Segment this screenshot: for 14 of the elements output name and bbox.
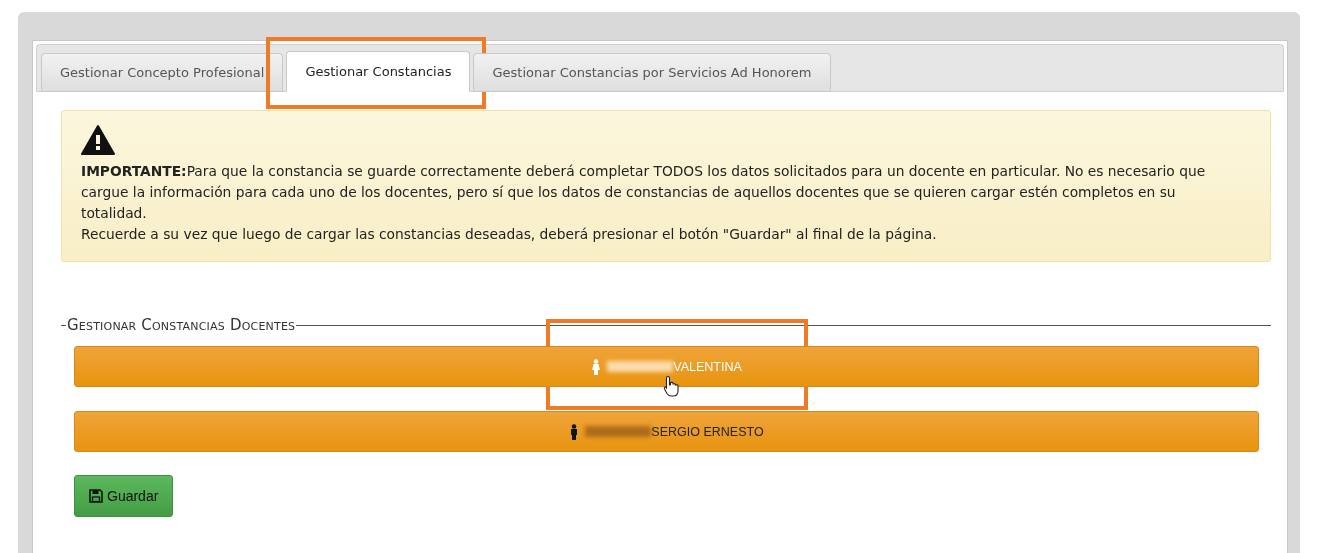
warning-icon [81,125,115,155]
blurred-surname [607,361,674,372]
teacher-button[interactable]: SERGIO ERNESTO [74,411,1259,452]
warning-text: IMPORTANTE:Para que la constancia se guarde correctamente deberá completar TODOS los datos solicitados para un docente en particular. No es necesario que cargue la información para cada uno de los docentes, pero sí que los datos de constancias de aquellos docentes que se quieren cargar estén completos en su totalidad. [81,162,1207,223]
warning-text: Recuerde a su vez que luego de cargar las constancias deseadas, deberá presionar el botón "Guardar" al final de la página. [81,225,938,244]
man-icon [569,423,580,440]
hand-cursor-icon [662,375,681,397]
tab[interactable]: Gestionar Constancias por Servicios Ad Honorem [473,53,831,92]
woman-icon [591,358,602,375]
tab[interactable]: Gestionar Constancias [286,51,471,92]
save-button[interactable]: Guardar [74,475,174,517]
tab[interactable]: Gestionar Concepto Profesional [41,53,284,92]
section-legend: Gestionar Constancias Docentes [66,316,297,334]
blurred-surname [585,426,652,437]
